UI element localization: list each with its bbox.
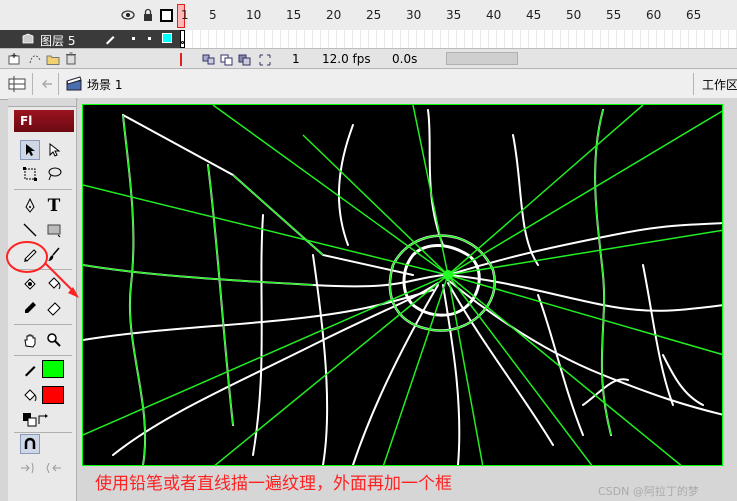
annotation-marks xyxy=(6,241,79,298)
snap-to-objects-button[interactable] xyxy=(20,434,40,454)
fill-bucket-icon xyxy=(24,389,37,402)
frame-rate[interactable]: 12.0 fps xyxy=(322,52,371,66)
layer-name[interactable]: 图层 5 xyxy=(40,32,75,49)
ruler-label: 50 xyxy=(566,8,582,22)
back-arrow-icon[interactable] xyxy=(40,77,54,91)
straighten-icon xyxy=(46,462,61,474)
ruler-label: 20 xyxy=(326,8,342,22)
selection-tool[interactable] xyxy=(20,140,40,160)
timeline-header: 1 5 10 15 20 25 30 35 40 45 50 55 60 65 xyxy=(0,0,737,31)
stroke-pencil-icon xyxy=(25,366,36,377)
stroke-color-swatch[interactable] xyxy=(42,360,64,378)
onion-skin-outlines-icon[interactable] xyxy=(238,53,252,67)
onion-skin-icon[interactable] xyxy=(220,53,234,67)
elapsed-time: 0.0s xyxy=(392,52,418,66)
layer-row[interactable]: 图层 5 xyxy=(0,30,180,48)
visibility-dot[interactable] xyxy=(132,37,135,40)
hand-tool[interactable] xyxy=(20,330,40,350)
flash-logo: Fl xyxy=(14,110,74,132)
divider xyxy=(693,73,694,95)
divider xyxy=(58,73,59,95)
pencil-edit-icon xyxy=(106,36,115,45)
swap-icon xyxy=(38,414,48,424)
ruler-label: 35 xyxy=(446,8,462,22)
scene-label[interactable]: 场景 1 xyxy=(87,76,122,93)
edit-bar: 场景 1 工作区 xyxy=(0,68,737,100)
ruler-label: 45 xyxy=(526,8,542,22)
straighten-button[interactable] xyxy=(44,458,64,478)
transform-icon xyxy=(23,167,37,181)
tools-divider xyxy=(14,432,72,433)
ruler-label: 15 xyxy=(286,8,302,22)
center-frame-icon[interactable] xyxy=(202,53,216,67)
lock-dot[interactable] xyxy=(148,37,151,40)
lock-icon[interactable] xyxy=(142,8,154,22)
highlight-circle xyxy=(6,241,48,273)
magnifier-icon xyxy=(47,333,61,347)
outline-icon[interactable] xyxy=(160,9,173,22)
workspace-menu[interactable]: 工作区 xyxy=(702,76,737,93)
delete-layer-icon[interactable] xyxy=(64,51,78,65)
stroke-color-fill xyxy=(43,361,63,377)
tools-divider xyxy=(14,324,72,325)
stage-canvas[interactable] xyxy=(82,104,723,466)
ruler-label: 40 xyxy=(486,8,502,22)
crack-center xyxy=(443,270,453,280)
edit-multiple-frames-icon[interactable] xyxy=(258,53,272,67)
ruler-label: 1 xyxy=(181,8,189,22)
timeline-footer: 1 12.0 fps 0.0s xyxy=(0,48,737,69)
ruler-label: 65 xyxy=(686,8,702,22)
swap-colors-button[interactable] xyxy=(34,410,54,430)
insert-folder-icon[interactable] xyxy=(46,52,60,66)
subselection-tool[interactable] xyxy=(44,140,64,160)
text-tool[interactable]: T xyxy=(44,196,64,216)
tools-grip[interactable] xyxy=(8,98,76,107)
ruler-label: 10 xyxy=(246,8,262,22)
layer-frames[interactable] xyxy=(180,30,737,49)
current-frame: 1 xyxy=(292,52,300,66)
pen-tool[interactable] xyxy=(20,196,40,216)
tools-divider xyxy=(14,355,72,356)
ruler-label: 60 xyxy=(646,8,662,22)
stroke-color-label xyxy=(20,360,40,380)
fill-color-label xyxy=(20,386,40,406)
timeline-toggle-icon[interactable] xyxy=(8,75,26,93)
hand-icon xyxy=(24,334,36,348)
ruler-label: 5 xyxy=(209,8,217,22)
arrow-icon xyxy=(26,144,35,156)
frame-ruler: 1 5 10 15 20 25 30 35 40 45 50 55 60 65 xyxy=(181,0,737,30)
insert-layer-icon[interactable] xyxy=(8,52,22,66)
free-transform-tool[interactable] xyxy=(20,164,40,184)
annotation-arrow xyxy=(44,262,76,294)
divider xyxy=(32,73,33,95)
ruler-label: 30 xyxy=(406,8,422,22)
magnet-icon xyxy=(24,437,36,449)
watermark: CSDN @阿拉丁的梦 xyxy=(598,485,699,498)
lasso-icon xyxy=(48,167,62,181)
ruler-label: 25 xyxy=(366,8,382,22)
zoom-tool[interactable] xyxy=(44,330,64,350)
frame-cells[interactable] xyxy=(185,30,737,48)
fill-color-fill xyxy=(43,387,63,403)
pen-icon xyxy=(25,198,35,213)
white-arrow-icon xyxy=(49,143,61,157)
layer-outline-color[interactable] xyxy=(162,33,172,43)
clapper-icon xyxy=(66,76,82,91)
layer-icon xyxy=(22,33,34,44)
ruler-label: 55 xyxy=(606,8,622,22)
tools-divider xyxy=(14,189,72,190)
white-cracks xyxy=(83,109,722,465)
timeline-panel: 1 5 10 15 20 25 30 35 40 45 50 55 60 65 … xyxy=(0,0,737,69)
smooth-icon xyxy=(21,462,34,474)
smooth-button[interactable] xyxy=(18,458,38,478)
annotation-caption: 使用铅笔或者直线描一遍纹理，外面再加一个框 xyxy=(95,474,452,494)
lasso-tool[interactable] xyxy=(44,164,64,184)
empty-keyframe-marker xyxy=(181,41,184,44)
add-motion-guide-icon[interactable] xyxy=(28,52,42,66)
timeline-hscroll[interactable] xyxy=(446,52,518,65)
cracked-glass-artwork xyxy=(83,105,722,465)
playhead-line xyxy=(180,53,182,66)
eye-icon[interactable] xyxy=(121,9,135,21)
fill-color-swatch[interactable] xyxy=(42,386,64,404)
